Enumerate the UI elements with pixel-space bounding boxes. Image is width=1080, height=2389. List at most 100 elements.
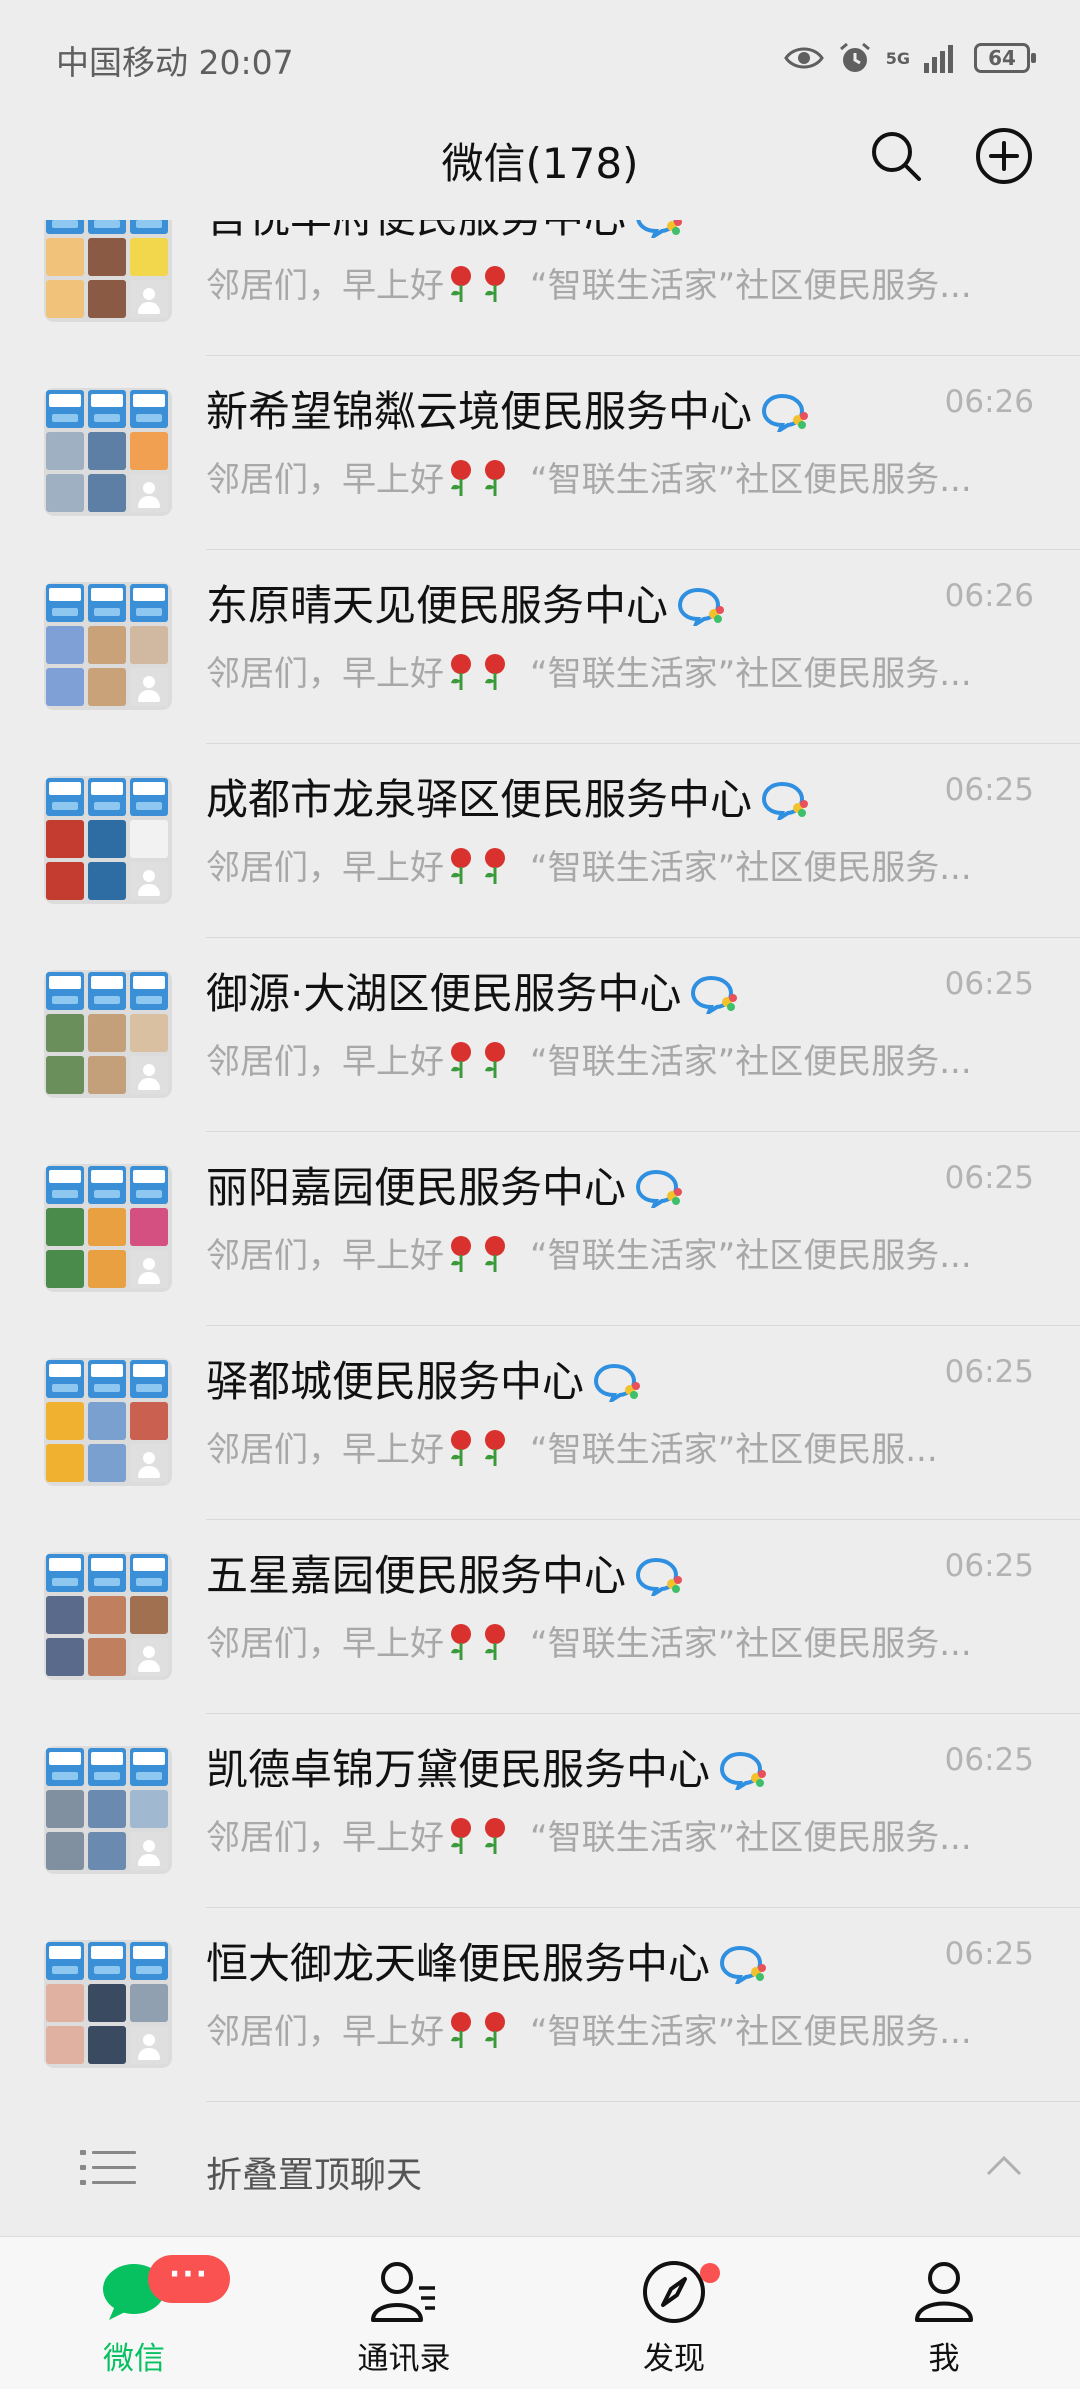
rose-emoji-icon [446,1817,476,1864]
chat-preview-suffix: “智联生活家”社区便民服务... [530,1624,972,1664]
community-chat-icon [636,1168,684,1218]
chat-title: 恒大御龙天峰便民服务中心 [206,1930,768,1994]
chat-title: 新希望锦粼云境便民服务中心 [206,378,810,442]
chat-title: 凯德卓锦万黛便民服务中心 [206,1736,768,1800]
chat-preview-prefix: 邻居们，早上好 [206,266,444,306]
community-chat-icon [762,392,810,442]
chat-title: 吾悦华府便民服务中心 [206,220,684,248]
list-icon [80,2148,138,2192]
chat-title: 驿都城便民服务中心 [206,1348,642,1412]
chat-preview-suffix: “智联生活家”社区便民服务... [530,460,972,500]
chat-title-text: 凯德卓锦万黛便民服务中心 [206,1745,711,1794]
chat-title-text: 御源·大湖区便民服务中心 [206,969,682,1018]
chat-preview-prefix: 邻居们，早上好 [206,1430,444,1470]
chat-preview: 邻居们，早上好 “智联生活家”社区便民服务... [206,2004,1006,2058]
chat-list[interactable]: 吾悦华府便民服务中心06:26邻居们，早上好“智联生活家”社区便民服务...新希… [0,220,1080,2107]
rose-emoji-icon [446,265,476,312]
community-chat-icon [636,1556,684,1606]
group-avatar [44,1746,172,1874]
chat-title: 丽阳嘉园便民服务中心 [206,1154,684,1218]
chat-preview-prefix: 邻居们，早上好 [206,1818,444,1858]
rose-emoji-icon [446,2011,476,2058]
chat-item[interactable]: 凯德卓锦万黛便民服务中心 06:25 邻居们，早上好 “智联生活家”社区便民服务... [0,1714,1080,1908]
rose-emoji-icon [446,653,476,700]
group-avatar [44,1358,172,1486]
chat-item[interactable]: 五星嘉园便民服务中心 06:25 邻居们，早上好 “智联生活家”社区便民服务... [0,1520,1080,1714]
chat-time: 06:25 [944,1548,1034,1584]
chat-preview-suffix: “智联生活家”社区便民服务... [530,654,972,694]
community-chat-icon [762,780,810,830]
chat-preview-prefix: 邻居们，早上好 [206,1624,444,1664]
tab-bar: 微信 ··· 通讯录 发现 我 [0,2236,1080,2389]
chat-preview-suffix: “智联生活家”社区便民服务... [530,1042,972,1082]
chat-preview: 邻居们，早上好 “智联生活家”社区便民服务... [206,1616,1006,1670]
rose-emoji-icon [446,459,476,506]
community-chat-icon [636,220,684,248]
discover-dot-badge [700,2263,720,2283]
rose-emoji-icon [480,1429,510,1476]
fold-pinned-chats-row[interactable]: 折叠置顶聊天 [0,2108,1080,2232]
chat-time: 06:25 [944,772,1034,808]
chat-preview-suffix: “智联生活家”社区便民服务... [530,2012,972,2052]
row-divider [206,2101,1080,2102]
unread-badge: ··· [148,2255,230,2303]
chat-title: 成都市龙泉驿区便民服务中心 [206,766,810,830]
tab-discover-label: 发现 [643,2341,705,2377]
chat-item[interactable]: 成都市龙泉驿区便民服务中心 06:25 邻居们，早上好 “智联生活家”社区便民服务..… [0,744,1080,938]
chat-title: 东原晴天见便民服务中心 [206,572,726,636]
tab-chats-label: 微信 [103,2341,165,2377]
chat-preview-suffix: “智联生活家”社区便民服务... [530,1818,972,1858]
tab-me[interactable]: 我 [854,2237,1034,2389]
carrier-time: 中国移动 20:07 [56,43,294,82]
rose-emoji-icon [446,847,476,894]
tab-contacts-label: 通讯录 [357,2341,451,2377]
chat-preview-suffix: “智联生活家”社区便民服务... [530,848,972,888]
rose-emoji-icon [480,847,510,894]
group-avatar [44,388,172,516]
chat-item[interactable]: 新希望锦粼云境便民服务中心 06:26 邻居们，早上好 “智联生活家”社区便民服务..… [0,356,1080,550]
chat-preview: 邻居们，早上好 “智联生活家”社区便民服务... [206,1034,1006,1088]
chat-time: 06:25 [944,1354,1034,1390]
add-button[interactable] [972,126,1036,190]
rose-emoji-icon [480,2011,510,2058]
tab-me-label: 我 [928,2341,960,2377]
chat-item[interactable]: 丽阳嘉园便民服务中心 06:25 邻居们，早上好 “智联生活家”社区便民服务... [0,1132,1080,1326]
chat-title-text: 丽阳嘉园便民服务中心 [206,1163,627,1212]
signal-icon [924,43,960,73]
chevron-up-icon[interactable] [984,2152,1024,2182]
search-button[interactable] [864,126,928,190]
contacts-icon [369,2257,439,2327]
eye-icon [783,44,824,72]
chat-item[interactable]: 御源·大湖区便民服务中心 06:25 邻居们，早上好 “智联生活家”社区便民服务... [0,938,1080,1132]
rose-emoji-icon [480,459,510,506]
chat-item[interactable]: 恒大御龙天峰便民服务中心 06:25 邻居们，早上好 “智联生活家”社区便民服务... [0,1908,1080,2102]
tab-contacts[interactable]: 通讯录 [314,2237,494,2389]
alarm-icon [838,41,872,75]
tab-discover[interactable]: 发现 [584,2237,764,2389]
chat-time: 06:25 [944,1160,1034,1196]
group-avatar [44,776,172,904]
chat-time: 06:25 [944,966,1034,1002]
chat-title: 御源·大湖区便民服务中心 [206,960,739,1024]
group-avatar [44,1940,172,2068]
chat-item[interactable]: 驿都城便民服务中心 06:25 邻居们，早上好 “智联生活家”社区便民服... [0,1326,1080,1520]
chat-title-text: 成都市龙泉驿区便民服务中心 [206,775,753,824]
group-avatar [44,1164,172,1292]
chat-preview: 邻居们，早上好 “智联生活家”社区便民服务... [206,258,1006,312]
status-icons: 5G 64 [783,36,1036,80]
status-bar: 中国移动 20:07 5G 64 [0,0,1080,116]
chat-preview: 邻居们，早上好 “智联生活家”社区便民服务... [206,1228,1006,1282]
group-avatar [44,220,172,322]
chat-time: 06:26 [945,220,1034,226]
chat-item[interactable]: 吾悦华府便民服务中心 06:26 邻居们，早上好 “智联生活家”社区便民服务... [0,220,1080,356]
chat-preview-prefix: 邻居们，早上好 [206,848,444,888]
group-avatar [44,1552,172,1680]
chat-title-text: 东原晴天见便民服务中心 [206,581,669,630]
header: 微信(178) [0,116,1080,220]
chat-time: 06:25 [944,1742,1034,1778]
chat-item[interactable]: 东原晴天见便民服务中心 06:26 邻居们，早上好 “智联生活家”社区便民服务... [0,550,1080,744]
chat-preview: 邻居们，早上好 “智联生活家”社区便民服... [206,1422,1006,1476]
rose-emoji-icon [480,1041,510,1088]
search-icon [869,129,923,187]
network-label: 5G [885,48,910,68]
